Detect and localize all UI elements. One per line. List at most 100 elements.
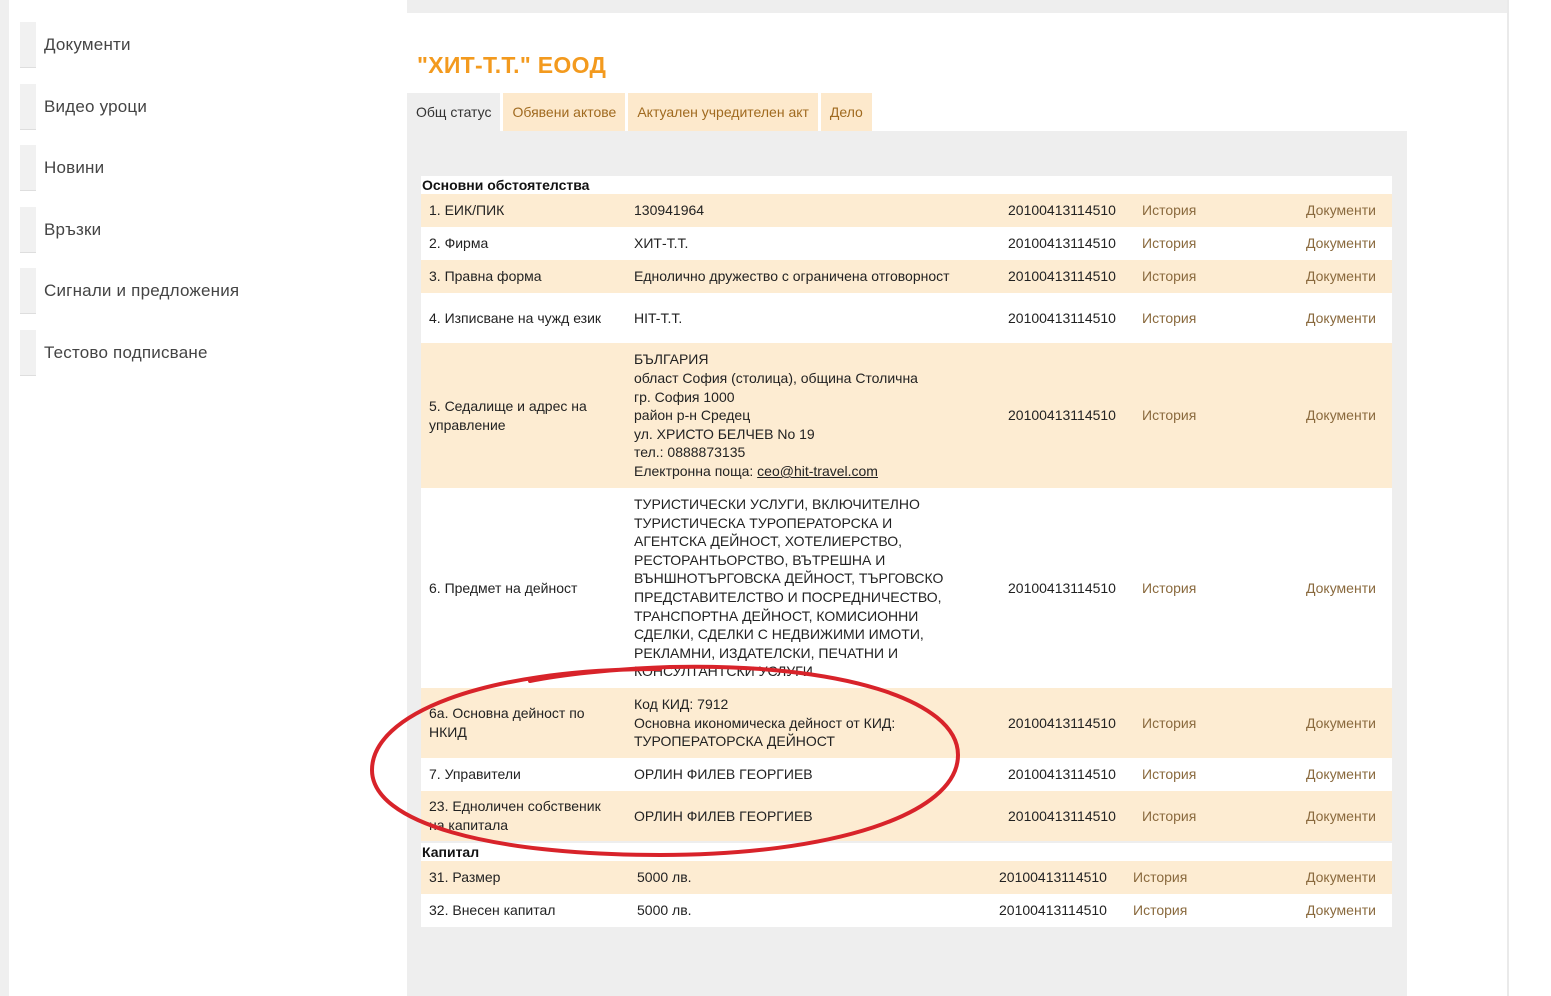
history-link[interactable]: История [1142,343,1212,488]
address-country: БЪЛГАРИЯ [634,351,709,368]
history-link[interactable]: История [1142,488,1212,688]
documents-link[interactable]: Документи [1306,260,1386,293]
documents-link[interactable]: Документи [1306,293,1386,343]
history-link[interactable]: История [1142,791,1212,841]
history-link[interactable]: История [1142,194,1212,227]
documents-link[interactable]: Документи [1306,861,1386,894]
row-date: 20100413114510 [1008,579,1116,596]
sidebar-item-label: Сигнали и предложения [44,281,240,300]
tab-case[interactable]: Дело [820,93,872,131]
tab-current-founding-act[interactable]: Актуален учредителен акт [628,93,818,131]
sidebar-item-marker [20,207,36,253]
documents-link[interactable]: Документи [1306,227,1386,260]
row-date: 20100413114510 [1008,714,1116,731]
email-link[interactable]: ceo@hit-travel.com [757,463,878,479]
address-block: БЪЛГАРИЯ област София (столица), община … [634,343,994,488]
row-label: 6а. Основна дейност по НКИД [429,705,585,740]
activity-line: ПРЕДСТАВИТЕЛСТВО И ПОСРЕДНИЧЕСТВО, [634,589,942,605]
table-row: 3. Правна форма Еднолично дружество с ог… [421,260,1392,293]
row-date: 20100413114510 [1008,309,1116,326]
activity-line: СДЕЛКИ, СДЕЛКИ С НЕДВИЖИМИ ИМОТИ, [634,626,924,643]
sidebar-item-label: Новини [44,158,105,177]
documents-link[interactable]: Документи [1306,343,1386,488]
activity-line: ВЪНШНОТЪРГОВСКА ДЕЙНОСТ, ТЪРГОВСКО [634,570,944,587]
sidebar-item-test-signing[interactable]: Тестово подписване [20,330,380,376]
nkid-block: Код КИД: 7912 Основна икономическа дейно… [634,688,994,758]
left-frame [0,0,9,996]
tab-announced-acts[interactable]: Обявени актове [503,93,626,131]
table-row: 1. ЕИК/ПИК 130941964 20100413114510 Исто… [421,194,1392,227]
sidebar-item-label: Видео уроци [44,97,148,116]
row-label: 2. Фирма [429,235,489,252]
history-link[interactable]: История [1142,688,1212,758]
row-date: 20100413114510 [1008,202,1116,219]
activity-line: РЕКЛАМНИ, ИЗДАТЕЛСКИ, ПЕЧАТНИ И [634,644,899,661]
documents-link[interactable]: Документи [1306,194,1386,227]
row-label: 4. Изписване на чужд език [429,309,602,326]
activity-line: АГЕНТСКА ДЕЙНОСТ, ХОТЕЛИЕРСТВО, [634,533,902,550]
table-row: 6а. Основна дейност по НКИД Код КИД: 791… [421,688,1392,758]
row-date: 20100413114510 [1008,766,1116,783]
sidebar-item-label: Тестово подписване [44,343,208,362]
nkid-line: ТУРОПЕРАТОРСКА ДЕЙНОСТ [634,733,835,750]
row-date: 20100413114510 [999,869,1107,886]
row-value: ХИТ-Т.Т. [634,235,689,252]
sidebar-item-marker [20,22,36,68]
row-label: 7. Управители [429,766,521,783]
table-row: 2. Фирма ХИТ-Т.Т. 20100413114510 История… [421,227,1392,260]
nkid-line: Основна икономическа дейност от КИД: [634,714,896,731]
sidebar-item-documents[interactable]: Документи [20,22,380,68]
sidebar-item-label: Връзки [44,220,102,239]
table-row: 5. Седалище и адрес на управление БЪЛГАР… [421,343,1392,488]
row-value: 130941964 [634,202,705,219]
activity-block: ТУРИСТИЧЕСКИ УСЛУГИ, ВКЛЮЧИТЕЛНО ТУРИСТИ… [634,488,1004,688]
history-link[interactable]: История [1142,758,1212,791]
row-value: 5000 лв. [637,902,692,919]
address-region: област София (столица), община Столична [634,370,918,387]
history-link[interactable]: История [1133,894,1203,927]
row-label: 3. Правна форма [429,268,542,285]
nkid-line: Код КИД: 7912 [634,696,729,713]
row-date: 20100413114510 [1008,407,1116,424]
row-date: 20100413114510 [1008,268,1116,285]
sidebar-item-links[interactable]: Връзки [20,207,380,253]
history-link[interactable]: История [1142,260,1212,293]
documents-link[interactable]: Документи [1306,758,1386,791]
row-date: 20100413114510 [999,902,1107,919]
section-heading-main: Основни обстоятелства [421,176,1392,194]
history-link[interactable]: История [1142,227,1212,260]
right-frame-line [1507,0,1509,996]
history-link[interactable]: История [1133,861,1203,894]
row-label: 31. Размер [429,869,501,886]
sidebar-item-video-lessons[interactable]: Видео уроци [20,84,380,130]
documents-link[interactable]: Документи [1306,488,1386,688]
row-label: 23. Едноличен собственик на капитала [429,798,601,833]
sidebar-item-label: Документи [44,35,131,54]
documents-link[interactable]: Документи [1306,791,1386,841]
row-value: HIT-T.T. [634,309,683,326]
row-value: Еднолично дружество с ограничена отговор… [634,268,950,285]
address-phone: тел.: 0888873135 [634,444,746,461]
documents-link[interactable]: Документи [1306,688,1386,758]
address-city: гр. София 1000 [634,388,735,405]
sidebar-item-signals[interactable]: Сигнали и предложения [20,268,380,314]
sidebar-item-news[interactable]: Новини [20,145,380,191]
tab-general-status[interactable]: Общ статус [407,93,501,131]
activity-line: КОНСУЛТАНТСКИ УСЛУГИ. [634,663,817,680]
sidebar-item-marker [20,268,36,314]
company-title: "ХИТ-Т.Т." ЕООД [417,52,607,78]
row-value: 5000 лв. [637,869,692,886]
activity-line: ТРАНСПОРТНА ДЕЙНОСТ, КОМИСИОННИ [634,607,919,624]
table-row: 7. Управители ОРЛИН ФИЛЕВ ГЕОРГИЕВ 20100… [421,758,1392,791]
sidebar-item-marker [20,330,36,376]
documents-link[interactable]: Документи [1306,894,1386,927]
address-street: ул. ХРИСТО БЕЛЧЕВ No 19 [634,425,815,442]
row-label: 5. Седалище и адрес на управление [429,397,587,433]
row-label: 32. Внесен капитал [429,902,556,919]
email-label: Електронна поща: [634,462,758,479]
tab-bar: Общ статус Обявени актове Актуален учред… [407,93,875,131]
row-value: ОРЛИН ФИЛЕВ ГЕОРГИЕВ [634,807,813,824]
history-link[interactable]: История [1142,293,1212,343]
table-row: 23. Едноличен собственик на капитала ОРЛ… [421,791,1392,841]
table-row: 4. Изписване на чужд език HIT-T.T. 20100… [421,293,1392,343]
